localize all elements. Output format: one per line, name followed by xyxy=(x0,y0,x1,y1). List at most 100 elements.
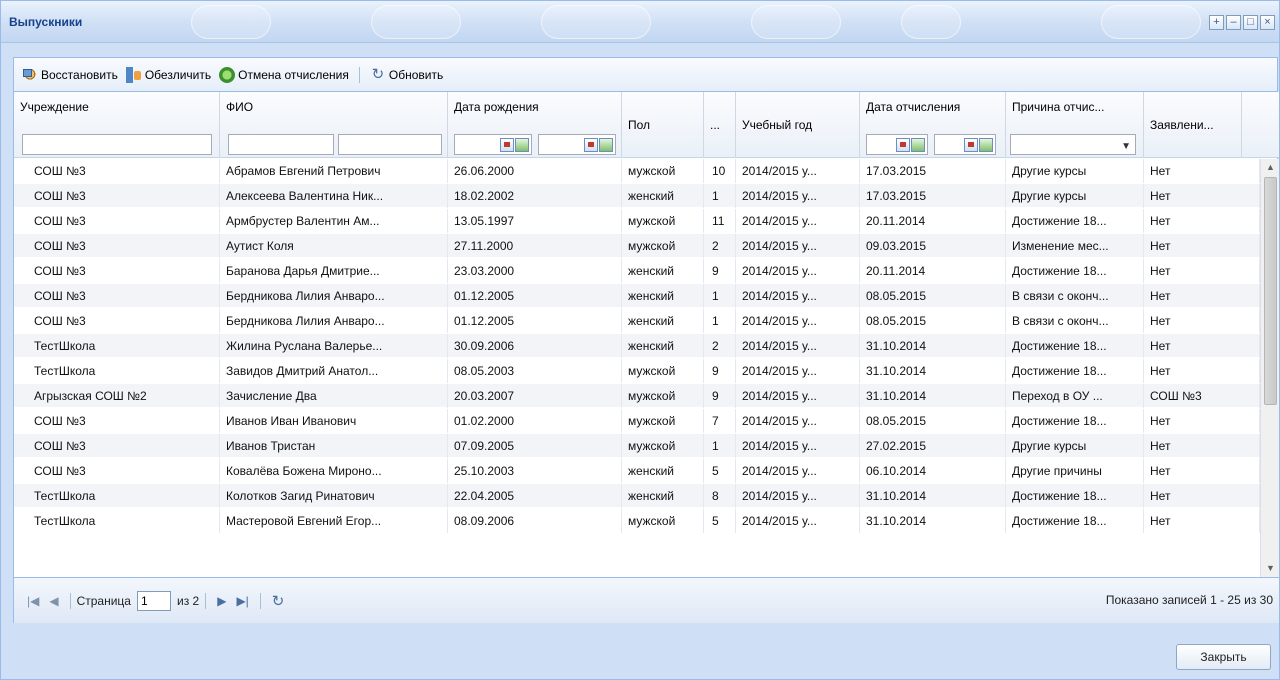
cell-reason: Достижение 18... xyxy=(1006,484,1144,508)
cell-class: 5 xyxy=(704,459,736,483)
cell-school-year: 2014/2015 у... xyxy=(736,359,860,383)
cell-institution: ТестШкола xyxy=(14,359,220,383)
table-row[interactable]: СОШ №3 Иванов Иван Иванович 01.02.2000 мужс… xyxy=(14,409,1260,433)
cell-application: Нет xyxy=(1144,359,1260,383)
cell-birth-date: 26.06.2000 xyxy=(448,159,622,183)
apply-date-icon[interactable] xyxy=(979,137,993,152)
cell-class: 11 xyxy=(704,209,736,233)
col-class-label: ... xyxy=(710,118,721,132)
cell-institution: СОШ №3 xyxy=(14,284,220,308)
calendar-icon[interactable] xyxy=(964,137,978,152)
table-row[interactable]: СОШ №3 Иванов Тристан 07.09.2005 мужской 1 20… xyxy=(14,434,1260,458)
col-school-year[interactable]: Учебный год xyxy=(736,92,860,158)
col-expulsion-date-label: Дата отчисления xyxy=(866,100,961,114)
cell-birth-date: 23.03.2000 xyxy=(448,259,622,283)
institution-filter-input[interactable] xyxy=(22,134,212,155)
window-titlebar[interactable]: Выпускники + – □ × xyxy=(1,1,1279,43)
table-row[interactable]: СОШ №3 Армбрустер Валентин Ам... 13.05.199… xyxy=(14,209,1260,233)
last-page-icon[interactable]: ▶| xyxy=(231,594,253,608)
cell-application: Нет xyxy=(1144,459,1260,483)
cell-reason: В связи с оконч... xyxy=(1006,309,1144,333)
table-row[interactable]: ТестШкола Колотков Загид Ринатович 22.04.2… xyxy=(14,484,1260,508)
restore-window-icon[interactable]: □ xyxy=(1243,15,1258,30)
toolbar-separator xyxy=(358,66,360,83)
cell-school-year: 2014/2015 у... xyxy=(736,209,860,233)
expulsion-date-to-filter[interactable] xyxy=(934,134,996,155)
fio-filter-input-2[interactable] xyxy=(338,134,442,155)
table-row[interactable]: СОШ №3 Алексеева Валентина Ник... 18.02.20… xyxy=(14,184,1260,208)
col-institution-label: Учреждение xyxy=(20,100,89,114)
calendar-icon[interactable] xyxy=(896,137,910,152)
next-page-icon[interactable]: ▶ xyxy=(212,594,231,608)
table-row[interactable]: СОШ №3 Абрамов Евгений Петрович 26.06.2000… xyxy=(14,159,1260,183)
vertical-scrollbar[interactable]: ▲ ▼ xyxy=(1260,159,1279,577)
cell-school-year: 2014/2015 у... xyxy=(736,284,860,308)
cancel-expulsion-button[interactable]: Отмена отчисления xyxy=(215,65,353,85)
col-birth-date[interactable]: Дата рождения xyxy=(448,92,622,158)
restore-button[interactable]: Восстановить xyxy=(18,65,122,85)
cell-fio: Мастеровой Евгений Егор... xyxy=(220,509,448,533)
calendar-icon[interactable] xyxy=(500,137,514,152)
col-fio[interactable]: ФИО xyxy=(220,92,448,158)
grid-toolbar: Восстановить Обезличить Отмена отчислени… xyxy=(14,58,1277,92)
cell-school-year: 2014/2015 у... xyxy=(736,309,860,333)
minimize-icon[interactable]: – xyxy=(1226,15,1241,30)
cell-application: Нет xyxy=(1144,284,1260,308)
col-class[interactable]: ... xyxy=(704,92,736,158)
table-row[interactable]: СОШ №3 Бердникова Лилия Анваро... 01.12.20… xyxy=(14,309,1260,333)
table-row[interactable]: СОШ №3 Бердникова Лилия Анваро... 01.12.20… xyxy=(14,284,1260,308)
col-institution[interactable]: Учреждение xyxy=(14,92,220,158)
scroll-down-icon[interactable]: ▼ xyxy=(1261,560,1280,577)
birth-date-to-filter[interactable] xyxy=(538,134,616,155)
table-row[interactable]: ТестШкола Жилина Руслана Валерье... 30.09.… xyxy=(14,334,1260,358)
cell-school-year: 2014/2015 у... xyxy=(736,434,860,458)
restore-icon xyxy=(22,66,38,83)
cell-reason: Другие причины xyxy=(1006,459,1144,483)
apply-date-icon[interactable] xyxy=(599,137,613,152)
table-row[interactable]: СОШ №3 Баранова Дарья Дмитрие... 23.03.200… xyxy=(14,259,1260,283)
scroll-up-icon[interactable]: ▲ xyxy=(1261,159,1280,176)
cell-institution: СОШ №3 xyxy=(14,184,220,208)
reason-filter-select[interactable]: ▼ xyxy=(1010,134,1136,155)
col-sex[interactable]: Пол xyxy=(622,92,704,158)
maximize-icon[interactable]: + xyxy=(1209,15,1224,30)
cell-school-year: 2014/2015 у... xyxy=(736,234,860,258)
anonymize-icon xyxy=(125,66,142,83)
cell-fio: Жилина Руслана Валерье... xyxy=(220,334,448,358)
col-application[interactable]: Заявлени... xyxy=(1144,92,1242,158)
cell-sex: женский xyxy=(622,459,704,483)
refresh-button[interactable]: ↻ Обновить xyxy=(366,65,447,85)
window-title: Выпускники xyxy=(9,15,83,29)
refresh-icon[interactable]: ↻ xyxy=(267,592,290,610)
apply-date-icon[interactable] xyxy=(911,137,925,152)
cell-application: Нет xyxy=(1144,484,1260,508)
col-reason[interactable]: Причина отчис... ▼ xyxy=(1006,92,1144,158)
col-sex-label: Пол xyxy=(628,118,651,132)
close-icon[interactable]: × xyxy=(1260,15,1275,30)
fio-filter-input[interactable] xyxy=(228,134,334,155)
table-row[interactable]: ТестШкола Завидов Дмитрий Анатол... 08.05.… xyxy=(14,359,1260,383)
table-row[interactable]: ТестШкола Мастеровой Евгений Егор... 08.09… xyxy=(14,509,1260,533)
window-controls: + – □ × xyxy=(1209,15,1275,30)
col-expulsion-date[interactable]: Дата отчисления xyxy=(860,92,1006,158)
close-button[interactable]: Закрыть xyxy=(1176,644,1271,670)
chevron-down-icon[interactable]: ▼ xyxy=(1121,141,1131,152)
expulsion-date-from-filter[interactable] xyxy=(866,134,928,155)
calendar-icon[interactable] xyxy=(584,137,598,152)
table-row[interactable]: СОШ №3 Аутист Коля 27.11.2000 мужской 2 2014/… xyxy=(14,234,1260,258)
first-page-icon[interactable]: |◀ xyxy=(22,594,44,608)
cell-school-year: 2014/2015 у... xyxy=(736,184,860,208)
table-row[interactable]: СОШ №3 Ковалёва Божена Мироно... 25.10.200… xyxy=(14,459,1260,483)
apply-date-icon[interactable] xyxy=(515,137,529,152)
scrollbar-thumb[interactable] xyxy=(1264,177,1277,405)
prev-page-icon[interactable]: ◀ xyxy=(44,594,63,608)
anonymize-button[interactable]: Обезличить xyxy=(122,65,215,85)
cell-school-year: 2014/2015 у... xyxy=(736,459,860,483)
cell-class: 9 xyxy=(704,359,736,383)
cell-expulsion-date: 31.10.2014 xyxy=(860,334,1006,358)
cell-reason: Переход в ОУ ... xyxy=(1006,384,1144,408)
page-number-input[interactable] xyxy=(136,590,171,611)
cell-school-year: 2014/2015 у... xyxy=(736,259,860,283)
birth-date-from-filter[interactable] xyxy=(454,134,532,155)
table-row[interactable]: Агрызская СОШ №2 Зачисление Два 20.03.2007… xyxy=(14,384,1260,408)
